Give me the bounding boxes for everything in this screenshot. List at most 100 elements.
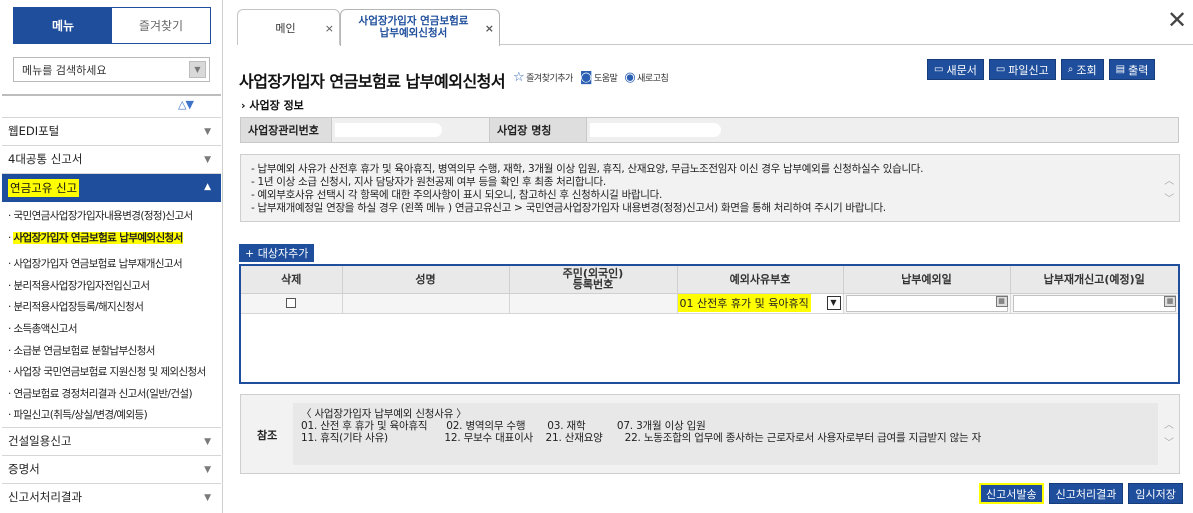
section-title: › 사업장 정보 [241,99,304,112]
printer-icon: ▤ [1115,64,1126,75]
sidebar-group-webedi[interactable]: 웹EDI포털 ▼ [2,117,221,144]
sidebar-group-label: 증명서 [8,462,40,476]
title-links: ☆ 즐겨찾기추가 ◙ 도움말 ◉ 새로고침 [513,70,669,85]
col-name: 성명 [342,266,510,294]
chevron-down-icon[interactable]: ▼ [189,61,206,78]
add-favorite-link[interactable]: ☆ 즐겨찾기추가 [513,70,573,85]
col-resume-date: 납부재개신고(예정)일 [1010,266,1178,294]
sidebar-group-label: 웹EDI포털 [8,124,60,138]
calendar-icon[interactable]: ▦ [1164,295,1176,307]
sidebar-tabs: 메뉴 즐겨찾기 [13,7,211,44]
exemption-date-cell: ▦ [843,293,1011,314]
tab-label: 메인 [275,21,296,35]
reason-code-select[interactable]: 01 산전후 휴가 및 육아휴직 [677,294,843,312]
notice-line: - 예외부호사유 선택시 각 항목에 대한 주의사항이 표시 되오니, 참고하신… [251,189,663,201]
caret-down-icon: ▼ [204,465,211,475]
col-reason-code: 예외사유부호 [677,266,844,294]
tab-favorites[interactable]: 즐겨찾기 [112,8,210,43]
close-icon[interactable]: × [485,22,494,35]
sidebar-submenu: · 국민연금사업장가입자내용변경(정정)신고서 · 사업장가입자 연금보험료 납… [2,202,221,428]
submenu-item[interactable]: · 연금보험료 경정처리결과 신고서(일반/건설) [8,386,193,401]
submenu-item[interactable]: · 파일신고(취득/상실/변경/예외등) [8,407,148,422]
sidebar-group-certificate[interactable]: 증명서 ▼ [2,455,221,482]
sidebar-group-label: 연금고유 신고 [8,179,80,197]
table-row: 01 산전후 휴가 및 육아휴직 ▼ ▦ ▦ [241,293,1178,314]
book-icon: ◙ [579,70,593,85]
reference-box: 참조 〈 사업장가입자 납부예외 신청사유 〉 01. 산전 후 휴가 및 육아휴… [240,394,1180,474]
chevron-down-icon[interactable]: ▼ [826,295,841,310]
subject-grid: 삭제 성명 주민(외국인) 등록번호 예외사유부호 납부예외일 납부재개신고(예… [239,264,1180,384]
delete-cell [241,293,343,314]
temp-save-button[interactable]: 임시저장 [1128,483,1183,504]
close-icon[interactable]: × [325,22,334,35]
refresh-link[interactable]: ◉ 새로고침 [624,70,668,85]
business-number-field [332,118,490,142]
business-info-table: 사업장관리번호 사업장 명칭 [240,117,1179,143]
bottom-toolbar: 신고서발송 신고처리결과 임시저장 [979,483,1183,504]
exemption-date-input[interactable] [845,294,1008,312]
col-exemption-date: 납부예외일 [843,266,1011,294]
star-icon: ☆ [513,70,525,85]
delete-checkbox[interactable] [286,298,297,308]
tabbar: 메인 × 사업장가입자 연금보험료 납부예외신청서 × [237,0,1193,46]
notice-line: - 납부재개예정일 연장을 하실 경우 (왼쪽 메뉴 ) 연금고유신고 > 국민… [251,202,886,214]
sidebar-group-label: 4대공통 신고서 [8,152,83,166]
tab-main[interactable]: 메인 × [237,9,340,45]
reason-code-value: 01 산전후 휴가 및 육아휴직 [677,294,811,312]
caret-down-icon: ▼ [204,437,211,447]
window-close-icon[interactable]: ✕ [1167,8,1187,32]
caret-up-icon: ▲ [204,182,211,192]
file-report-button[interactable]: ▭ 파일신고 [988,59,1056,80]
sidebar-group-label: 신고서처리결과 [8,490,83,504]
reference-text: 〈 사업장가입자 납부예외 신청사유 〉 01. 산전 후 휴가 및 육아휴직 0… [293,403,1158,465]
expand-collapse-icon[interactable]: △▼ [178,98,194,111]
submenu-item[interactable]: · 사업장 국민연금보험료 지원신청 및 제외신청서 [8,364,206,379]
menu-search-select[interactable]: 메뉴를 검색하세요 ▼ [13,57,210,82]
submenu-item[interactable]: · 사업장가입자 연금보험료 납부재개신고서 [8,256,183,271]
grid-header-row: 삭제 성명 주민(외국인) 등록번호 예외사유부호 납부예외일 납부재개신고(예… [241,266,1178,294]
reason-code-cell: 01 산전후 휴가 및 육아휴직 ▼ [677,293,844,314]
refresh-icon: ◉ [624,70,636,85]
submenu-item-active[interactable]: · 사업장가입자 연금보험료 납부예외신청서 [8,230,183,245]
sidebar: 메뉴 즐겨찾기 메뉴를 검색하세요 ▼ △▼ 웹EDI포털 ▼ 4대공통 신고서… [0,0,223,513]
sidebar-group-label: 건설일용신고 [8,434,72,448]
resume-date-cell: ▦ [1010,293,1178,314]
folder-icon: ▭ [995,64,1006,75]
sidebar-group-pension-report[interactable]: 연금고유 신고 ▲ [2,173,221,202]
notice-scrollbar[interactable]: ︿ ﹀ [1164,173,1174,209]
submenu-item[interactable]: · 국민연금사업장가입자내용변경(정정)신고서 [8,208,193,223]
tab-exemption-application[interactable]: 사업장가입자 연금보험료 납부예외신청서 × [340,9,500,46]
business-number-label: 사업장관리번호 [241,118,332,142]
caret-down-icon: ▼ [204,493,211,503]
folder-icon: ▭ [934,64,944,75]
submenu-item[interactable]: · 소득총액신고서 [8,321,78,336]
search-button[interactable]: ⌕ 조회 [1060,59,1104,80]
col-delete: 삭제 [241,266,343,294]
col-resident-number-label: 주민(외국인) 등록번호 [562,267,624,292]
submenu-item[interactable]: · 분리적용사업장가입자전입신고서 [8,278,150,293]
name-cell[interactable] [342,293,510,314]
submit-report-button[interactable]: 신고서발송 [979,483,1044,504]
submenu-item[interactable]: · 소급분 연금보험료 분할납부신청서 [8,343,155,358]
report-result-button[interactable]: 신고처리결과 [1048,483,1124,504]
main-panel: 메인 × 사업장가입자 연금보험료 납부예외신청서 × ✕ 사업장가입자 연금보험… [223,0,1193,513]
sidebar-group-common-report[interactable]: 4대공통 신고서 ▼ [2,145,221,172]
new-document-button[interactable]: ▭ 새문서 [927,59,984,80]
add-subject-button[interactable]: + 대상자추가 [239,244,315,262]
help-link[interactable]: ◙ 도움말 [579,70,618,85]
calendar-icon[interactable]: ▦ [995,295,1008,307]
caret-down-icon: ▼ [204,127,211,137]
reference-scrollbar[interactable]: ︿ ﹀ [1164,417,1174,453]
business-name-label: 사업장 명칭 [490,118,587,142]
print-button[interactable]: ▤ 출력 [1108,59,1156,80]
submenu-item[interactable]: · 분리적용사업장등록/해지신청서 [8,299,144,314]
sidebar-group-construction[interactable]: 건설일용신고 ▼ [2,427,221,454]
resume-date-input[interactable] [1012,294,1176,312]
tab-menu[interactable]: 메뉴 [14,8,112,43]
col-resident-number: 주민(외국인) 등록번호 [509,266,678,294]
page-title: 사업장가입자 연금보험료 납부예외신청서 [239,72,506,91]
resident-number-cell[interactable] [509,293,678,314]
top-toolbar: ▭ 새문서 ▭ 파일신고 ⌕ 조회 ▤ 출력 [927,59,1156,80]
notice-line: - 1년 이상 소급 신청시, 지사 담당자가 원천공제 여부 등을 확인 후 … [251,176,606,188]
sidebar-group-report-results[interactable]: 신고서처리결과 ▼ [2,483,221,510]
